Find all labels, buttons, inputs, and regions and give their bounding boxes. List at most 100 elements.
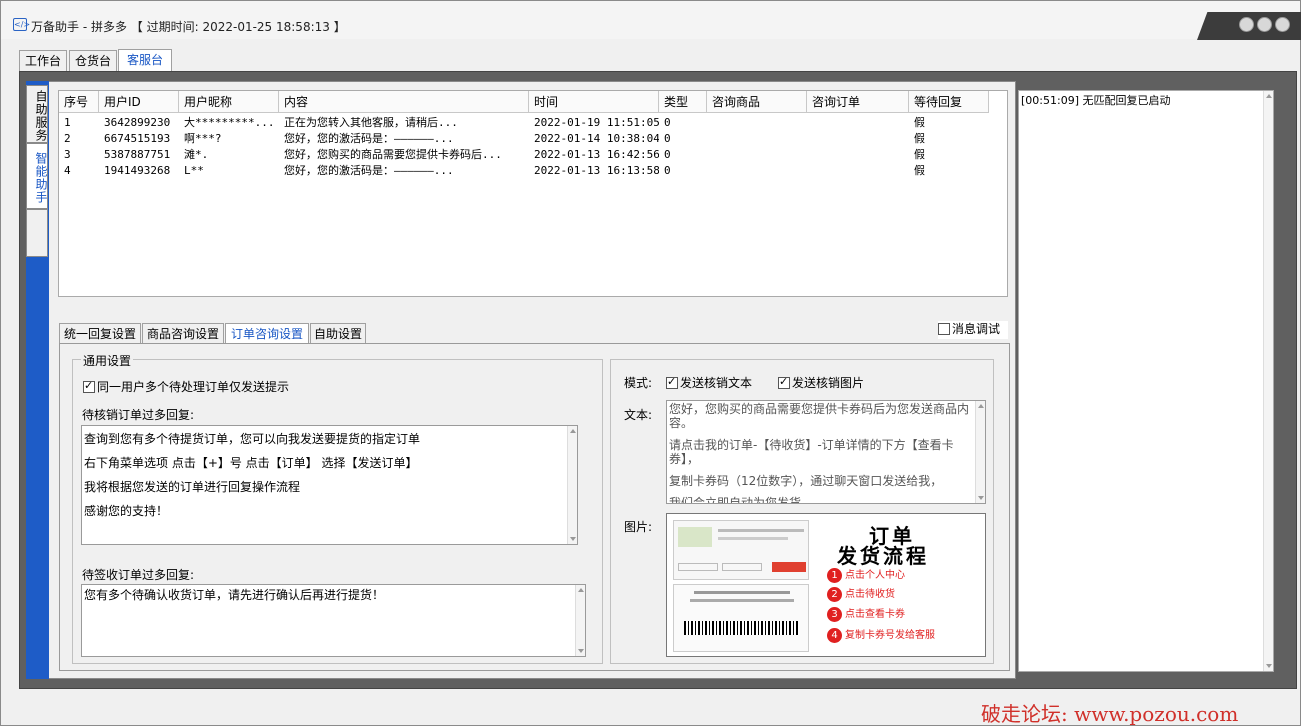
tab-workbench[interactable]: 工作台: [19, 50, 67, 72]
debug-label: 消息调试: [952, 322, 1001, 336]
send-image-checkbox[interactable]: 发送核销图片: [778, 374, 864, 391]
watermark: 破走论坛: www.pozou.com: [981, 702, 1239, 726]
maximize-button[interactable]: [1257, 17, 1272, 32]
textarea-line: 右下角菜单选项 点击【+】号 点击【订单】 选择【发送订单】: [84, 456, 418, 470]
tab-unified-reply[interactable]: 统一回复设置: [59, 323, 141, 345]
send-text-checkbox[interactable]: 发送核销文本: [666, 374, 752, 391]
mode-label: 模式:: [624, 376, 653, 390]
table-cell: 假: [914, 116, 925, 129]
textarea-line: 请点击我的订单-【待收货】-订单详情的下方【查看卡券】，: [669, 438, 954, 466]
pending-receipt-label: 待签收订单过多回复:: [82, 568, 195, 582]
table-cell: L**: [184, 164, 204, 177]
log-panel[interactable]: [00:51:09] 无匹配回复已启动: [1018, 90, 1274, 672]
textarea-line: 您好，您购买的商品需要您提供卡券码后为您发送商品内容。: [669, 402, 970, 430]
tab-customer-service[interactable]: 客服台: [118, 49, 172, 72]
column-header[interactable]: 类型: [659, 91, 707, 113]
tab-warehouse[interactable]: 仓货台: [69, 50, 117, 72]
tab-self-service-settings[interactable]: 自助设置: [310, 323, 366, 345]
app-window: </> 万备助手 - 拼多多 【 过期时间: 2022-01-25 18:58:…: [0, 0, 1301, 726]
flow-title-2: 发货流程: [837, 544, 929, 568]
textarea-line: 我们会立即自动为您发货。: [669, 496, 814, 504]
table-row[interactable]: 2 6674515193 啊***? 您好，您的激活码是：——————... 2022-…: [59, 131, 1007, 147]
table-cell: 您好，您的激活码是：——————...: [284, 132, 454, 145]
column-header[interactable]: 等待回复: [909, 91, 989, 113]
table-cell: 4: [64, 164, 71, 177]
table-row[interactable]: 1 3642899230 大*********... 正在为您转入其他客服，请稍后..…: [59, 115, 1007, 131]
table-cell: 0: [664, 148, 671, 161]
table-cell: 您好，您的激活码是：——————...: [284, 164, 454, 177]
only-prompt-checkbox[interactable]: 同一用户多个待处理订单仅发送提示: [83, 378, 289, 395]
column-header[interactable]: 咨询订单: [807, 91, 909, 113]
side-tab-smart-assistant[interactable]: 智能助手: [26, 143, 48, 209]
tab-product-inquiry[interactable]: 商品咨询设置: [142, 323, 224, 345]
tab-order-inquiry[interactable]: 订单咨询设置: [225, 323, 309, 345]
flow-step: 3 点击查看卡券: [827, 605, 905, 622]
minimize-button[interactable]: [1239, 17, 1254, 32]
table-cell: 您好，您购买的商品需要您提供卡券码后...: [284, 148, 502, 161]
send-image-label: 发送核销图片: [792, 376, 865, 390]
pending-verify-textarea[interactable]: 查询到您有多个待提货订单，您可以向我发送要提货的指定订单 右下角菜单选项 点击【…: [81, 425, 578, 545]
window-title: 万备助手 - 拼多多 【 过期时间: 2022-01-25 18:58:13 】: [31, 20, 346, 34]
column-header[interactable]: 内容: [279, 91, 529, 113]
table-cell: 啊***?: [184, 132, 222, 145]
textarea-scrollbar[interactable]: [575, 585, 585, 656]
table-cell: 2022-01-19 11:51:05: [534, 116, 659, 129]
table-cell: 3642899230: [104, 116, 171, 129]
flow-step-text: 点击待收货: [845, 589, 895, 600]
log-line: [00:51:09] 无匹配回复已启动: [1021, 94, 1171, 107]
table-row[interactable]: 4 1941493268 L** 您好，您的激活码是：——————... 2022-01…: [59, 163, 1007, 179]
only-prompt-checkbox-box[interactable]: [83, 379, 95, 393]
screenshot-thumb-coupon: [673, 584, 809, 652]
screenshot-thumb-order: [673, 520, 809, 580]
flow-step: 1 点击个人中心: [827, 566, 905, 583]
table-cell: [707, 115, 807, 130]
table-cell: 3: [64, 148, 71, 161]
debug-checkbox[interactable]: 消息调试: [938, 321, 1008, 339]
flow-step-text: 点击个人中心: [845, 570, 905, 581]
textarea-line: 查询到您有多个待提货订单，您可以向我发送要提货的指定订单: [84, 432, 421, 446]
textarea-line: 您有多个待确认收货订单，请先进行确认后再进行提货！: [84, 588, 385, 602]
close-button[interactable]: [1275, 17, 1290, 32]
title-bar: </> 万备助手 - 拼多多 【 过期时间: 2022-01-25 18:58:…: [1, 1, 1301, 40]
table-cell: [707, 163, 807, 178]
pending-verify-label: 待核销订单过多回复:: [82, 408, 195, 422]
table-cell: 5387887751: [104, 148, 171, 161]
table-cell: [807, 131, 909, 146]
side-tab-self-service[interactable]: 自助服务: [26, 85, 48, 143]
table-cell: 假: [914, 164, 925, 177]
table-cell: 滩*.: [184, 148, 209, 161]
table-cell: 正在为您转入其他客服，请稍后...: [284, 116, 458, 129]
verify-image[interactable]: 订单 发货流程 1 点击个人中心 2 点击待收货 3 点击查看卡券 4 复制卡券号发给客…: [666, 513, 986, 657]
table-cell: 2022-01-13 16:42:56: [534, 148, 659, 161]
table-row[interactable]: 3 5387887751 滩*. 您好，您购买的商品需要您提供卡券码后... 2022-…: [59, 147, 1007, 163]
column-header[interactable]: 用户ID: [99, 91, 179, 113]
table-cell: 1: [64, 116, 71, 129]
verify-text-textarea[interactable]: 您好，您购买的商品需要您提供卡券码后为您发送商品内容。 请点击我的订单-【待收货…: [666, 400, 986, 504]
side-tab-bar: 自助服务 智能助手: [26, 81, 49, 679]
column-header[interactable]: 时间: [529, 91, 659, 113]
textarea-scrollbar[interactable]: [567, 426, 577, 544]
table-cell: [707, 131, 807, 146]
column-header[interactable]: 咨询商品: [707, 91, 807, 113]
table-cell: 2022-01-13 16:13:58: [534, 164, 659, 177]
textarea-line: 我将根据您发送的订单进行回复操作流程: [84, 480, 301, 494]
table-cell: 0: [664, 116, 671, 129]
flow-step: 2 点击待收货: [827, 585, 895, 602]
side-tab-empty[interactable]: [26, 209, 48, 257]
send-text-checkbox-box[interactable]: [666, 375, 678, 389]
debug-checkbox-box[interactable]: [938, 323, 950, 335]
column-header[interactable]: 序号: [59, 91, 99, 113]
table-cell: 1941493268: [104, 164, 171, 177]
table-cell: 0: [664, 164, 671, 177]
table-cell: [707, 147, 807, 162]
send-image-checkbox-box[interactable]: [778, 375, 790, 389]
textarea-scrollbar[interactable]: [975, 401, 985, 503]
table-cell: [807, 115, 909, 130]
table-cell: [807, 163, 909, 178]
log-scrollbar[interactable]: [1263, 91, 1273, 671]
table-cell: 2022-01-14 10:38:04: [534, 132, 659, 145]
session-table[interactable]: 序号 用户ID 用户昵称 内容 时间 类型 咨询商品 咨询订单 等待回复 1 3642899230…: [58, 90, 1008, 297]
pending-receipt-textarea[interactable]: 您有多个待确认收货订单，请先进行确认后再进行提货！: [81, 584, 586, 657]
flow-step-text: 复制卡券号发给客服: [845, 630, 935, 641]
column-header[interactable]: 用户昵称: [179, 91, 279, 113]
